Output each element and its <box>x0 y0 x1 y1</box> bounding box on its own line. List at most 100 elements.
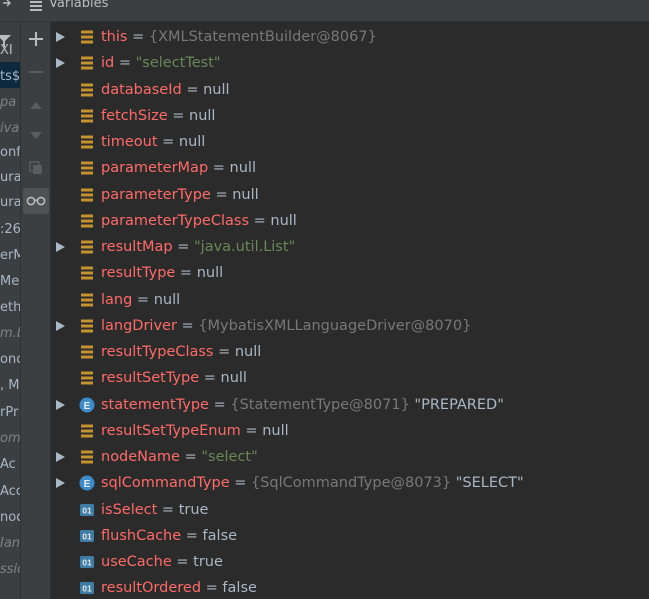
variable-name: parameterTypeClass <box>101 212 250 229</box>
frame-fragment[interactable]: m.b <box>0 326 20 341</box>
field-icon <box>81 266 93 280</box>
variable-name: parameterMap <box>101 160 209 177</box>
variable-name: fetchSize <box>101 107 168 124</box>
variable-row[interactable]: parameterType = null <box>52 182 649 208</box>
expand-arrow-icon[interactable] <box>56 478 65 489</box>
variable-row[interactable]: EstatementType = {StatementType@8071} "P… <box>52 392 649 418</box>
variable-row[interactable]: 01 flushCache = false <box>52 523 649 549</box>
show-watches-button[interactable] <box>23 188 49 214</box>
variable-row[interactable]: timeout = null <box>52 129 649 155</box>
variable-row[interactable]: resultSetTypeEnum = null <box>52 418 649 444</box>
frame-fragment[interactable]: pa <box>0 95 16 110</box>
variable-text: resultOrdered = false <box>101 580 257 596</box>
variable-row[interactable]: parameterMap = null <box>52 155 649 181</box>
move-down-button[interactable] <box>23 123 49 149</box>
variable-row[interactable]: id = "selectTest" <box>52 50 649 76</box>
variable-text: resultMap = "java.util.List" <box>101 239 295 255</box>
variable-row[interactable]: 01 isSelect = true <box>52 497 649 523</box>
frame-fragment[interactable]: , M <box>0 378 19 393</box>
frame-fragment[interactable]: Me <box>0 274 19 289</box>
variable-row[interactable]: 01 useCache = true <box>52 549 649 575</box>
expand-arrow-icon[interactable] <box>56 32 65 42</box>
equals-sign: = <box>199 370 221 387</box>
variables-list-icon <box>30 1 42 11</box>
frame-fragment[interactable]: Acc <box>0 484 20 499</box>
frame-fragment[interactable]: onc <box>0 352 20 367</box>
equals-sign: = <box>157 501 179 518</box>
variable-row[interactable]: parameterTypeClass = null <box>52 208 649 234</box>
variable-row[interactable]: fetchSize = null <box>52 103 649 129</box>
add-watch-button[interactable] <box>23 26 49 52</box>
frame-fragment[interactable]: ura <box>0 170 20 185</box>
variable-text: nodeName = "select" <box>101 449 258 465</box>
svg-text:01: 01 <box>82 558 92 568</box>
variable-text: parameterMap = null <box>101 160 256 176</box>
frame-fragment[interactable]: :26 <box>0 222 20 237</box>
expand-arrow-icon[interactable] <box>56 58 65 69</box>
frame-fragment[interactable]: erM <box>0 248 20 263</box>
variable-name: resultSetType <box>101 370 200 387</box>
expand-arrow-icon[interactable] <box>56 242 65 252</box>
frame-fragment[interactable]: Ian <box>0 536 20 551</box>
svg-text:01: 01 <box>82 531 92 541</box>
variable-row[interactable]: this = {XMLStatementBuilder@8067} <box>52 24 649 50</box>
variable-text: this = {XMLStatementBuilder@8067} <box>101 29 377 45</box>
variable-row[interactable]: resultTypeClass = null <box>52 339 649 365</box>
variable-row[interactable]: resultSetType = null <box>52 365 649 391</box>
field-icon <box>81 371 93 385</box>
variable-name: parameterType <box>101 186 211 203</box>
variable-value: null <box>203 81 230 98</box>
equals-sign: = <box>208 160 230 177</box>
equals-sign: = <box>229 475 251 492</box>
variable-text: parameterTypeClass = null <box>101 213 297 229</box>
variable-row[interactable]: EsqlCommandType = {SqlCommandType@8073} … <box>52 470 649 496</box>
expand-arrow-icon[interactable] <box>56 399 65 410</box>
equals-sign: = <box>127 29 149 45</box>
field-icon <box>81 161 93 175</box>
variables-header: Variables <box>0 0 649 22</box>
frame-fragment[interactable]: Ac <box>0 457 16 472</box>
boolean-icon: 01 <box>80 503 94 516</box>
frame-fragment[interactable]: ssic <box>0 562 20 577</box>
boolean-icon: 01 <box>80 529 94 542</box>
enum-icon: E <box>79 397 95 412</box>
variable-row[interactable]: lang = null <box>52 287 649 313</box>
frame-fragment[interactable]: eth <box>0 300 20 315</box>
variable-text: databaseId = null <box>101 82 230 98</box>
field-icon <box>81 56 93 70</box>
move-up-button[interactable] <box>23 92 49 118</box>
variable-text: sqlCommandType = {SqlCommandType@8073} "… <box>101 475 524 491</box>
frame-fragment[interactable]: iva <box>0 121 19 136</box>
frame-fragment[interactable]: XI <box>0 43 13 58</box>
panel-title: Variables <box>49 0 109 11</box>
field-icon <box>81 188 93 201</box>
variable-row[interactable]: resultType = null <box>52 260 649 286</box>
frame-fragment[interactable]: ts$ <box>0 69 20 84</box>
variable-row[interactable]: databaseId = null <box>52 77 649 103</box>
variable-value: null <box>262 422 289 439</box>
frame-fragment[interactable]: rPr <box>0 405 18 420</box>
equals-sign: = <box>201 580 223 597</box>
minus-icon <box>29 71 43 73</box>
copy-icon <box>29 161 42 174</box>
frame-fragment[interactable]: onf <box>0 145 20 160</box>
remove-watch-button[interactable] <box>23 59 49 85</box>
expand-arrow-icon[interactable] <box>56 452 65 462</box>
equals-sign: = <box>179 449 202 465</box>
variable-name: isSelect <box>101 501 158 518</box>
frame-fragment[interactable]: om <box>0 431 20 446</box>
frame-fragment[interactable]: nod <box>0 510 20 525</box>
variable-row[interactable]: 01 resultOrdered = false <box>52 575 649 599</box>
field-icon <box>81 135 93 149</box>
field-icon <box>81 450 93 464</box>
pin-icon[interactable] <box>2 0 14 10</box>
variable-row[interactable]: nodeName = "select" <box>52 444 649 470</box>
frames-panel: XI ts$ pa iva onf ura ura :26 erM Me eth m.b onc , M r… <box>0 22 21 599</box>
variable-row[interactable]: resultMap = "java.util.List" <box>52 234 649 260</box>
variable-value: null <box>270 212 297 229</box>
expand-arrow-icon[interactable] <box>56 320 65 331</box>
variable-row[interactable]: langDriver = {MybatisXMLLanguageDriver@8… <box>52 313 649 339</box>
copy-button[interactable] <box>23 155 49 181</box>
frame-fragment[interactable]: ura <box>0 195 20 210</box>
variable-value: false <box>222 580 257 597</box>
